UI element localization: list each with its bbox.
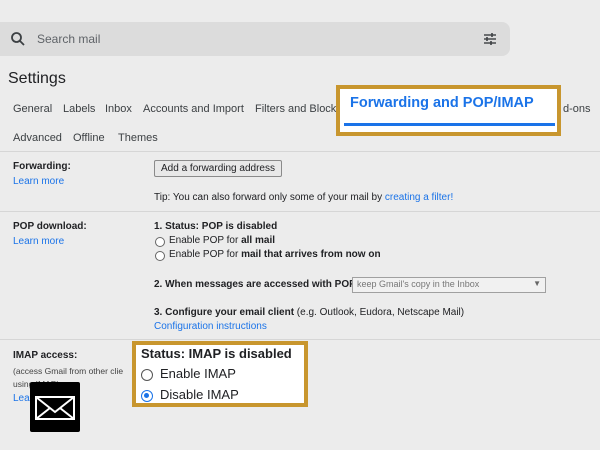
imap-access-label: IMAP access:: [13, 350, 78, 361]
pop-action-select[interactable]: keep Gmail's copy in the Inbox ▼: [352, 277, 546, 293]
tab-forwarding-label: Forwarding and POP/IMAP: [350, 95, 534, 111]
pop-download-label: POP download:: [13, 221, 87, 232]
pop-action-select-value: keep Gmail's copy in the Inbox: [357, 279, 480, 289]
enable-pop-new-bold: mail that arrives from now on: [241, 249, 381, 260]
search-bar[interactable]: Search mail: [0, 22, 510, 56]
pop-status: 1. Status: POP is disabled: [154, 221, 277, 232]
tab-inbox[interactable]: Inbox: [105, 103, 132, 115]
tab-general[interactable]: General: [13, 103, 52, 115]
forwarding-learn-more-link[interactable]: Learn more: [13, 176, 64, 187]
pop-step3-text: (e.g. Outlook, Eudora, Netscape Mail): [294, 307, 465, 318]
page-title: Settings: [8, 70, 66, 87]
configuration-instructions-link[interactable]: Configuration instructions: [154, 321, 267, 332]
pop-status-value: POP is disabled: [201, 221, 278, 232]
pop-step3-label: 3. Configure your email client: [154, 307, 295, 318]
disable-imap-radio[interactable]: [141, 390, 153, 402]
tab-forwarding-and-pop-imap[interactable]: Forwarding and POP/IMAP: [336, 85, 561, 136]
enable-pop-all-bold: all mail: [241, 235, 275, 246]
filter-options-icon[interactable]: [482, 31, 498, 47]
mail-badge: [30, 382, 80, 432]
enable-imap-label[interactable]: Enable IMAP: [160, 366, 236, 381]
pop-learn-more-link[interactable]: Learn more: [13, 236, 64, 247]
tab-themes[interactable]: Themes: [118, 132, 158, 144]
forwarding-tip: Tip: You can also forward only some of y…: [154, 192, 453, 203]
creating-filter-link[interactable]: creating a filter!: [385, 192, 453, 203]
tab-filters-and-blocked[interactable]: Filters and Blocke: [255, 103, 342, 115]
active-tab-indicator: [344, 123, 555, 126]
tab-offline[interactable]: Offline: [73, 132, 105, 144]
enable-pop-all-text: Enable POP for: [169, 235, 242, 246]
chevron-down-icon: ▼: [533, 279, 541, 288]
add-forwarding-address-button[interactable]: Add a forwarding address: [154, 160, 282, 177]
divider: [0, 151, 600, 152]
enable-pop-new-text: Enable POP for: [169, 249, 242, 260]
enable-pop-new-radio[interactable]: [155, 251, 165, 261]
imap-subtitle-1: (access Gmail from other clie: [13, 366, 124, 376]
search-input[interactable]: Search mail: [37, 32, 100, 46]
tab-add-ons[interactable]: d-ons: [563, 103, 591, 115]
forwarding-tip-text: Tip: You can also forward only some of y…: [154, 192, 385, 203]
enable-pop-all-radio[interactable]: [155, 237, 165, 247]
tab-accounts-and-import[interactable]: Accounts and Import: [143, 103, 244, 115]
tab-labels[interactable]: Labels: [63, 103, 95, 115]
imap-settings-panel: Status: IMAP is disabled Enable IMAP Dis…: [132, 341, 308, 407]
disable-imap-label[interactable]: Disable IMAP: [160, 387, 239, 402]
divider: [0, 211, 600, 212]
enable-pop-new-label[interactable]: Enable POP for mail that arrives from no…: [169, 249, 381, 260]
pop-step3: 3. Configure your email client (e.g. Out…: [154, 307, 464, 318]
enable-pop-all-label[interactable]: Enable POP for all mail: [169, 235, 275, 246]
imap-learn-more-link[interactable]: Lea: [13, 393, 30, 404]
pop-step2-label: 2. When messages are accessed with POP: [154, 279, 356, 290]
envelope-icon: [35, 396, 75, 420]
divider: [0, 339, 600, 340]
search-icon[interactable]: [10, 31, 26, 47]
tab-advanced[interactable]: Advanced: [13, 132, 62, 144]
pop-status-prefix: 1. Status:: [154, 221, 202, 232]
enable-imap-radio[interactable]: [141, 369, 153, 381]
imap-status: Status: IMAP is disabled: [141, 346, 292, 361]
forwarding-label: Forwarding:: [13, 161, 71, 172]
